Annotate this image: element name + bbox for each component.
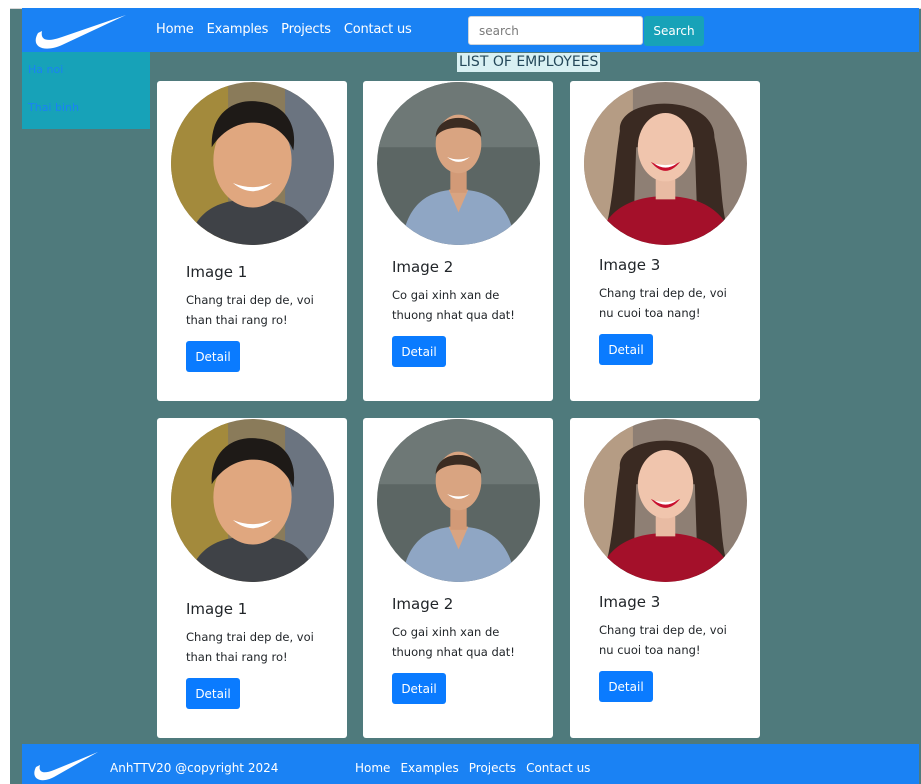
card-title: Image 1 — [186, 263, 248, 281]
employee-card: Image 2 Co gai xinh xan de thuong nhat q… — [363, 418, 553, 738]
card-title: Image 2 — [392, 595, 454, 613]
sidebar: Ha noi Thai binh — [22, 52, 150, 129]
footer: AnhTTV20 @copyright 2024 Home Examples P… — [22, 744, 919, 784]
swoosh-logo-icon[interactable] — [32, 749, 100, 782]
employee-photo — [584, 419, 747, 582]
card-text: Co gai xinh xan de thuong nhat qua dat! — [392, 625, 515, 659]
detail-button[interactable]: Detail — [392, 336, 446, 367]
card-title: Image 2 — [392, 258, 454, 276]
header-navbar: Home Examples Projects Contact us Search — [22, 8, 919, 52]
card-text: Chang trai dep de, voi than thai rang ro… — [186, 630, 314, 664]
employee-card: Image 2 Co gai xinh xan de thuong nhat q… — [363, 81, 553, 401]
employee-photo — [584, 82, 747, 245]
employee-card: Image 1 Chang trai dep de, voi than thai… — [157, 81, 347, 401]
footer-contact-link[interactable]: Contact us — [526, 761, 590, 775]
swoosh-logo-icon[interactable] — [32, 11, 128, 51]
detail-button[interactable]: Detail — [392, 673, 446, 704]
employee-photo — [377, 82, 540, 245]
browser-frame — [0, 0, 10, 784]
sidebar-item-ha-noi[interactable]: Ha noi — [28, 63, 63, 76]
footer-examples-link[interactable]: Examples — [400, 761, 458, 775]
nav-contact-link[interactable]: Contact us — [344, 22, 412, 37]
nav-home-link[interactable]: Home — [156, 22, 194, 37]
card-title: Image 1 — [186, 600, 248, 618]
employee-card: Image 3 Chang trai dep de, voi nu cuoi t… — [570, 81, 760, 401]
page-title: LIST OF EMPLOYEES — [457, 53, 601, 72]
card-title: Image 3 — [599, 256, 661, 274]
nav-projects-link[interactable]: Projects — [281, 22, 331, 37]
detail-button[interactable]: Detail — [186, 678, 240, 709]
footer-home-link[interactable]: Home — [355, 761, 390, 775]
footer-copyright: AnhTTV20 @copyright 2024 — [110, 761, 279, 775]
footer-projects-link[interactable]: Projects — [469, 761, 516, 775]
header-nav: Home Examples Projects Contact us — [156, 22, 412, 37]
card-text: Chang trai dep de, voi nu cuoi toa nang! — [599, 286, 727, 320]
employee-card: Image 1 Chang trai dep de, voi than thai… — [157, 418, 347, 738]
card-text: Chang trai dep de, voi nu cuoi toa nang! — [599, 623, 727, 657]
search-input[interactable] — [468, 16, 643, 45]
search-button[interactable]: Search — [644, 16, 704, 46]
card-text: Chang trai dep de, voi than thai rang ro… — [186, 293, 314, 327]
footer-nav: Home Examples Projects Contact us — [355, 761, 590, 775]
card-title: Image 3 — [599, 593, 661, 611]
detail-button[interactable]: Detail — [599, 334, 653, 365]
employee-card: Image 3 Chang trai dep de, voi nu cuoi t… — [570, 418, 760, 738]
page: Home Examples Projects Contact us Search… — [10, 0, 921, 784]
card-text: Co gai xinh xan de thuong nhat qua dat! — [392, 288, 515, 322]
nav-examples-link[interactable]: Examples — [207, 22, 269, 37]
employee-photo — [171, 82, 334, 245]
detail-button[interactable]: Detail — [599, 671, 653, 702]
detail-button[interactable]: Detail — [186, 341, 240, 372]
sidebar-item-thai-binh[interactable]: Thai binh — [28, 101, 79, 114]
employee-photo — [377, 419, 540, 582]
employee-photo — [171, 419, 334, 582]
